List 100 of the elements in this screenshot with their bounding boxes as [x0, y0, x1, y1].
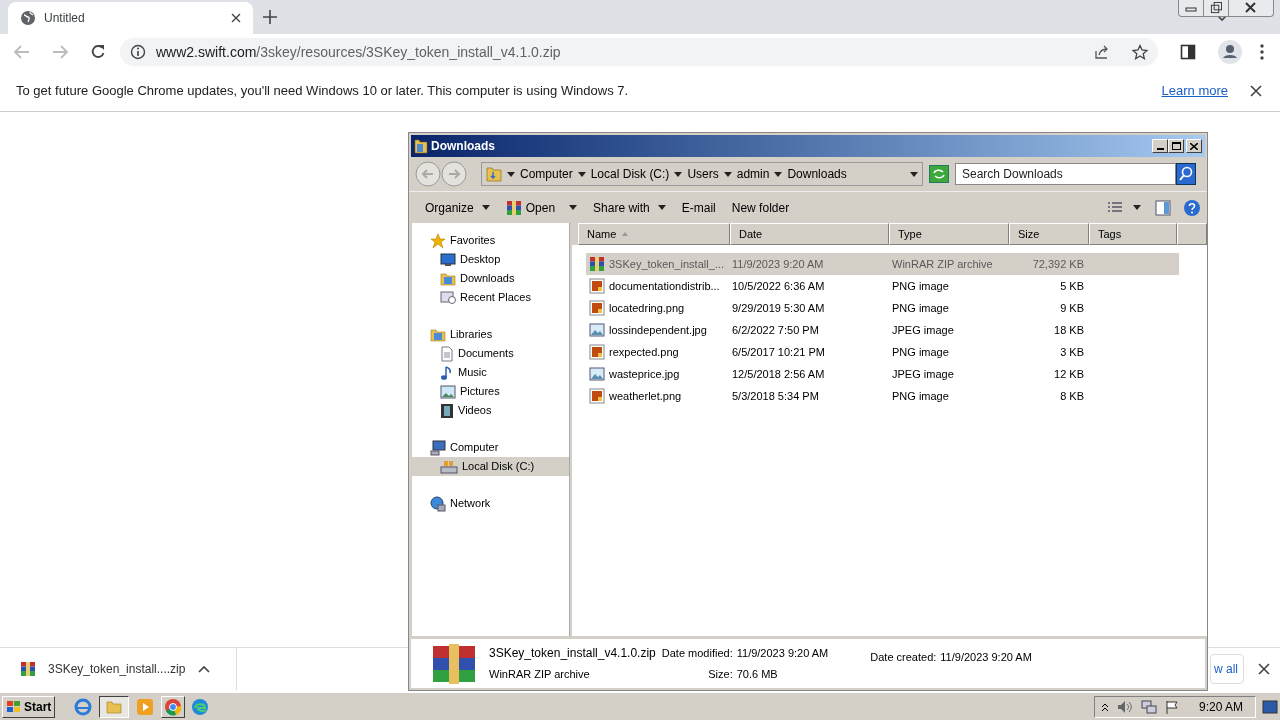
help-icon[interactable] [1183, 198, 1201, 217]
breadcrumb-item[interactable]: Downloads [787, 165, 847, 183]
network-icon[interactable] [1140, 699, 1157, 714]
nav-item[interactable]: Downloads [412, 269, 569, 288]
picture-icon [440, 384, 456, 399]
file-date: 9/29/2019 5:30 AM [732, 300, 826, 316]
caret-icon [723, 171, 732, 177]
desktop-icon [440, 252, 456, 267]
nav-item[interactable]: Recent Places [412, 288, 569, 307]
browser-tab[interactable]: Untitled [8, 2, 253, 34]
column-header[interactable]: Type [889, 223, 1009, 245]
search-icon[interactable] [1176, 163, 1196, 185]
file-row[interactable]: weatherlet.png 5/3/2018 5:34 PM PNG image 8 KB [586, 385, 1179, 407]
close-button[interactable] [1186, 139, 1202, 153]
minimize-button[interactable] [1152, 139, 1168, 153]
start-button[interactable]: Start [2, 695, 56, 718]
details-label: Size: [708, 666, 733, 682]
address-breadcrumb-bar[interactable]: Computer Local Disk (C:) Users admin Downloads [481, 162, 923, 186]
file-name: 3SKey_token_install_... [609, 256, 724, 272]
file-row[interactable]: locatedring.png 9/29/2019 5:30 AM PNG image 9 KB [586, 297, 1179, 319]
menu-icon[interactable] [1260, 44, 1264, 60]
close-icon[interactable] [1250, 84, 1262, 97]
preview-pane-icon[interactable] [1155, 199, 1171, 216]
nav-item[interactable]: Desktop [412, 250, 569, 269]
nav-item[interactable]: Computer [412, 438, 569, 457]
ie-icon[interactable] [73, 696, 94, 717]
image-file-icon [589, 344, 605, 360]
breadcrumb-item[interactable]: Local Disk (C:) [590, 165, 670, 183]
toolbar-button[interactable]: New folder [723, 195, 798, 220]
share-icon[interactable] [1094, 44, 1110, 60]
refresh-icon[interactable] [929, 165, 949, 183]
search-field[interactable]: Search Downloads [955, 163, 1176, 185]
file-row[interactable]: wasteprice.jpg 12/5/2018 2:56 AM JPEG image 12 KB [586, 363, 1179, 385]
nav-item[interactable]: Libraries [412, 325, 569, 344]
nav-item[interactable]: Favorites [412, 231, 569, 250]
flag-icon[interactable] [1164, 699, 1179, 714]
profile-avatar-icon[interactable] [1218, 40, 1242, 64]
restore-icon[interactable] [1203, 0, 1229, 16]
reload-icon[interactable] [90, 44, 106, 60]
column-header[interactable]: Date [730, 223, 889, 245]
address-bar[interactable]: www2.swift.com/3skey/resources/3SKey_token_install_v4.1.0.zip [120, 38, 1158, 66]
breadcrumb-item[interactable]: Computer [520, 165, 573, 183]
toolbar-button[interactable]: Open [497, 195, 586, 220]
file-size: 8 KB [1059, 388, 1084, 404]
file-name: weatherlet.png [609, 388, 682, 404]
file-date: 6/5/2017 10:21 PM [732, 344, 826, 360]
chevron-up-icon[interactable] [198, 664, 210, 673]
file-name: documentationdistrib... [609, 278, 720, 294]
file-row[interactable]: lossindependent.jpg 6/2/2022 7:50 PM JPEG image 18 KB [586, 319, 1179, 341]
view-options-icon[interactable] [1107, 200, 1123, 215]
nav-item[interactable]: Local Disk (C:) [412, 457, 569, 476]
breadcrumb-item[interactable]: Users [687, 165, 719, 183]
side-panel-icon[interactable] [1180, 44, 1196, 60]
column-header[interactable]: Size [1009, 223, 1089, 245]
download-item[interactable]: 3SKey_token_install....zip [0, 647, 237, 690]
column-header[interactable]: Tags [1089, 223, 1177, 245]
toolbar-button[interactable]: Share with [585, 195, 674, 220]
archive-icon [20, 660, 36, 677]
update-warning-text: To get future Google Chrome updates, you'll need Windows 10 or later. This computer is using Windows 7. [16, 81, 630, 100]
music-note-icon [440, 364, 454, 381]
image-file-icon [589, 322, 605, 338]
file-row[interactable]: rexpected.png 6/5/2017 10:21 PM PNG image 3 KB [586, 341, 1179, 363]
show-desktop-icon[interactable] [1262, 699, 1278, 714]
file-type: JPEG image [892, 322, 955, 338]
toolbar-button[interactable]: Organize [417, 195, 498, 220]
star-icon [430, 232, 446, 249]
speaker-icon[interactable] [1116, 699, 1133, 714]
toolbar-button[interactable]: E-mail [673, 195, 724, 220]
maximize-button[interactable] [1168, 139, 1184, 153]
nav-item[interactable]: Network [412, 494, 569, 513]
folder-icon [440, 271, 456, 286]
file-type: WinRAR ZIP archive [892, 256, 994, 272]
new-tab-icon[interactable] [263, 10, 277, 24]
window-title: Downloads [431, 138, 496, 155]
breadcrumb-item[interactable]: admin [736, 165, 770, 183]
file-row[interactable]: documentationdistrib... 10/5/2022 6:36 AM PNG image 5 KB [586, 275, 1179, 297]
file-row[interactable]: 3SKey_token_install_... 11/9/2023 9:20 AM WinRAR ZIP archive 72,392 KB [586, 253, 1179, 275]
caret-icon [507, 171, 515, 177]
folder-icon [106, 699, 123, 714]
network-icon [430, 495, 446, 512]
image-file-icon [589, 300, 605, 316]
close-icon[interactable] [1258, 662, 1270, 675]
nav-item[interactable]: Documents [412, 344, 569, 363]
chrome-icon [164, 697, 183, 716]
image-file-icon [589, 388, 605, 404]
nav-item[interactable]: Pictures [412, 382, 569, 401]
file-date: 6/2/2022 7:50 PM [732, 322, 820, 338]
file-name: rexpected.png [609, 344, 679, 360]
close-icon[interactable] [231, 13, 241, 23]
archive-icon [505, 199, 522, 216]
chrome-taskbar-button[interactable] [161, 695, 186, 718]
nav-item[interactable]: Music [412, 363, 569, 382]
chevron-up-icon[interactable] [1100, 701, 1109, 712]
nav-item[interactable]: Videos [412, 401, 569, 420]
star-icon[interactable] [1132, 44, 1148, 60]
column-header[interactable]: Name [578, 223, 730, 245]
show-all-button[interactable]: w all [1210, 653, 1244, 684]
learn-more-link[interactable]: Learn more [1161, 80, 1228, 101]
explorer-taskbar-button[interactable] [99, 695, 130, 718]
file-size: 5 KB [1059, 278, 1084, 294]
